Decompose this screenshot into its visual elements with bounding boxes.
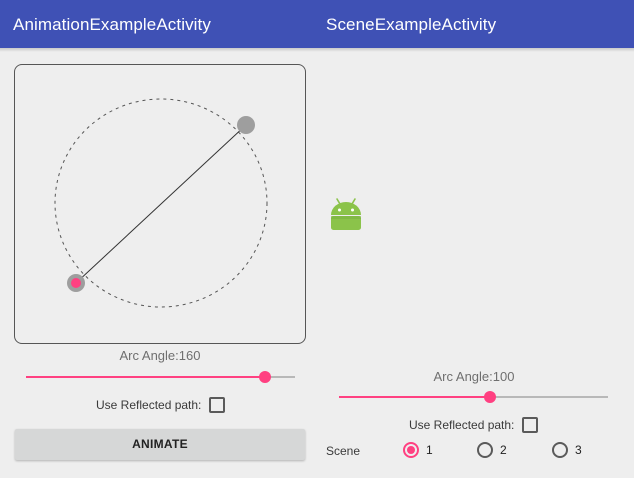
right-reflected-checkbox[interactable] [522,417,539,433]
animate-button[interactable]: ANIMATE [15,429,305,460]
right-toolbar-title: SceneExampleActivity [326,15,497,34]
scene-radio-1-label: 1 [426,443,433,457]
end-point-marker[interactable] [237,116,255,134]
left-reflected-checkbox[interactable] [209,397,226,413]
left-arc-angle-slider[interactable] [26,368,295,386]
left-slider-fill [26,376,265,378]
toolbar-shadow [0,48,634,52]
right-slider-fill [339,396,490,398]
right-toolbar: SceneExampleActivity [313,0,634,48]
scene-radio-1-circle[interactable] [403,442,419,458]
arc-path-ellipse [54,98,268,308]
android-robot-icon [331,198,361,230]
right-reflected-row: Use Reflected path: [409,417,539,433]
scene-radio-2-label: 2 [500,443,507,457]
scene-radio-1[interactable]: 1 [403,442,433,458]
animation-path-line [75,124,247,284]
scene-radio-3-label: 3 [575,443,582,457]
right-slider-thumb[interactable] [484,391,496,403]
right-arc-angle-slider[interactable] [339,388,608,406]
scene-radio-3[interactable]: 3 [552,442,582,458]
left-reflected-label: Use Reflected path: [96,398,202,412]
scene-radio-2-circle[interactable] [477,442,493,458]
scene-radio-3-circle[interactable] [552,442,568,458]
left-toolbar: AnimationExampleActivity [0,0,313,48]
right-reflected-label: Use Reflected path: [409,418,515,432]
animation-canvas[interactable] [14,64,306,344]
left-toolbar-title: AnimationExampleActivity [13,15,211,34]
left-arc-angle-label: Arc Angle:160 [119,348,201,363]
left-slider-thumb[interactable] [259,371,271,383]
scene-label: Scene [326,444,361,458]
right-arc-angle-label: Arc Angle:100 [433,369,515,384]
animated-dot [71,278,81,288]
scene-radio-2[interactable]: 2 [477,442,507,458]
left-reflected-row: Use Reflected path: [96,397,226,413]
